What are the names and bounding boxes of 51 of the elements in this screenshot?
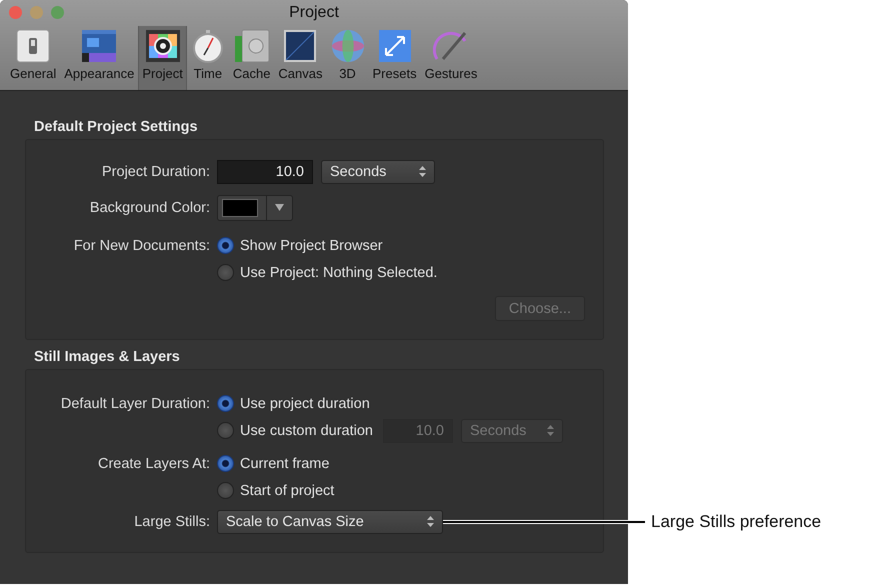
callout-label: Large Stills preference [651, 512, 822, 532]
radio-button[interactable] [217, 237, 234, 254]
close-button[interactable] [9, 6, 22, 19]
window-title: Project [289, 4, 339, 22]
window-layout-icon [81, 29, 118, 63]
radio-label[interactable]: Show Project Browser [240, 238, 383, 254]
hard-drive-icon [234, 29, 270, 63]
film-leader-icon [144, 29, 181, 63]
pen-arc-icon [432, 29, 469, 63]
stopwatch-icon [190, 29, 225, 63]
field-label: Default Layer Duration: [60, 396, 210, 412]
up-down-arrows-icon [427, 516, 434, 527]
sphere-icon [330, 29, 364, 63]
field-label: Background Color: [88, 200, 210, 216]
radio-label[interactable]: Use Project: Nothing Selected. [240, 264, 438, 280]
toolbar-tab[interactable]: Gestures [420, 26, 482, 90]
resize-arrows-icon [378, 29, 412, 63]
radio-button[interactable] [217, 395, 234, 412]
duration-field[interactable]: 10.0 [217, 160, 313, 184]
minimize-button[interactable] [30, 6, 43, 19]
radio-button[interactable] [217, 482, 234, 499]
toolbar-tab[interactable]: Cache [228, 26, 274, 90]
toolbar-tab[interactable]: Canvas [274, 26, 326, 90]
field-label: Project Duration: [101, 164, 210, 180]
radio-button[interactable] [217, 455, 234, 472]
toolbar-tab[interactable]: Project [138, 26, 187, 90]
up-down-arrows-icon [546, 425, 554, 436]
radio-label[interactable]: Start of project [240, 482, 334, 498]
section-heading: Still Images & Layers [33, 349, 181, 365]
unit-popup[interactable]: Seconds [321, 160, 435, 184]
radio-label[interactable]: Use project duration [240, 396, 370, 412]
toolbar-tab[interactable]: Time [186, 26, 229, 90]
radio-button[interactable] [217, 422, 234, 439]
toolbar-tab[interactable]: Appearance [60, 26, 138, 90]
toolbar-tab[interactable]: 3D [326, 26, 368, 90]
zoom-button[interactable] [51, 6, 64, 19]
up-down-arrows-icon [419, 166, 426, 177]
radio-label[interactable]: Use custom duration [240, 422, 373, 438]
field-label: For New Documents: [72, 238, 210, 254]
large-stills-popup[interactable]: Scale to Canvas Size [217, 510, 443, 534]
radio-button[interactable] [217, 264, 234, 281]
field-label: Large Stills: [133, 514, 210, 530]
color-well[interactable] [217, 194, 293, 220]
toolbar-tab[interactable]: General [6, 26, 60, 90]
toolbar-tab[interactable]: Presets [368, 26, 421, 90]
section-heading: Default Project Settings [33, 119, 199, 135]
field-label: Create Layers At: [96, 456, 210, 472]
dropdown-arrow-icon [275, 204, 284, 211]
grid-canvas-icon [283, 29, 318, 63]
radio-label[interactable]: Current frame [240, 456, 330, 472]
switch-icon [16, 29, 50, 63]
